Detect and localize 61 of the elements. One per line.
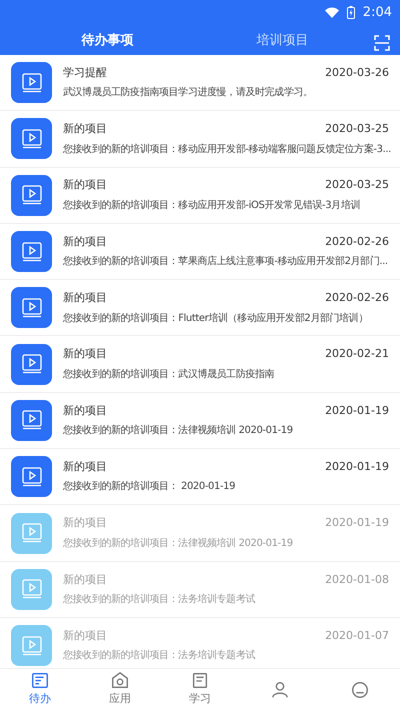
profile-icon <box>350 680 370 700</box>
item-title: 新的项目 <box>63 458 107 475</box>
item-date: 2020-01-08 <box>325 572 389 588</box>
book-play-icon <box>11 400 52 441</box>
notification-row[interactable]: 新的项目 2020-01-19 您接收到的新的培训项目： 2020-01-19 <box>0 449 400 506</box>
notification-row[interactable]: 新的项目 2020-03-25 您接收到的新的培训项目：移动应用开发部-iOS开发常见错误-3月培训 <box>0 168 400 224</box>
book-play-icon <box>11 174 52 216</box>
book-play-icon <box>11 625 52 666</box>
notification-row[interactable]: 新的项目 2020-03-25 您接收到的新的培训项目：移动应用开发部-移动端客服问题反馈定位方案-3... <box>0 111 400 168</box>
item-message: 您接收到的新的培训项目：法律视频培训 2020-01-19 <box>63 424 293 438</box>
status-time: 2:04 <box>362 4 392 22</box>
item-title: 新的项目 <box>63 572 107 588</box>
book-play-icon <box>11 62 52 104</box>
item-date: 2020-01-07 <box>325 628 389 644</box>
item-message: 武汉博晟员工防疫指南项目学习进度慢，请及时完成学习。 <box>63 86 313 100</box>
item-date: 2020-02-26 <box>325 290 389 306</box>
item-message: 您接收到的新的培训项目：法务培训专题考试 <box>63 592 256 608</box>
book-play-icon <box>11 231 52 272</box>
item-date: 2020-01-19 <box>325 515 389 532</box>
item-date: 2020-02-26 <box>325 234 389 250</box>
item-title: 新的项目 <box>63 177 107 194</box>
item-title: 学习提醒 <box>63 64 107 81</box>
item-date: 2020-02-21 <box>325 346 389 362</box>
item-message: 您接收到的新的培训项目：武汉博晟员工防疫指南 <box>63 368 274 382</box>
item-message: 您接收到的新的培训项目：移动应用开发部-移动端客服问题反馈定位方案-3... <box>63 142 391 157</box>
battery-icon <box>346 6 355 19</box>
book-play-icon <box>11 344 52 385</box>
item-title: 新的项目 <box>63 290 107 306</box>
item-date: 2020-03-25 <box>325 177 389 194</box>
notification-row[interactable]: 新的项目 2020-01-19 您接收到的新的培训项目：法律视频培训 2020-01-19 <box>0 392 400 450</box>
nav-tab[interactable]: 学习 <box>170 671 230 708</box>
item-date: 2020-01-19 <box>325 458 389 475</box>
book-play-icon <box>11 118 52 160</box>
item-message: 您接收到的新的培训项目：苹果商店上线注意事项-移动应用开发部2月部门... <box>63 254 388 270</box>
book-play-icon <box>11 512 52 554</box>
item-message: 您接收到的新的培训项目： 2020-01-19 <box>63 480 236 494</box>
book-play-icon <box>11 456 52 498</box>
notification-row[interactable]: 新的项目 2020-02-21 您接收到的新的培训项目：武汉博晟员工防疫指南 <box>0 336 400 393</box>
book-play-icon <box>11 287 52 328</box>
notification-row[interactable]: 新的项目 2020-02-26 您接收到的新的培训项目：Flutter培训（移动应用开发部2月部门培训） <box>0 280 400 336</box>
book-play-icon <box>11 568 52 610</box>
item-date: 2020-03-25 <box>325 121 389 138</box>
notification-row[interactable]: 学习提醒 2020-03-26 武汉博晟员工防疫指南项目学习进度慢，请及时完成学习。 <box>0 55 400 112</box>
person-icon <box>270 680 290 700</box>
item-message: 您接收到的新的培训项目：法律视频培训 2020-01-19 <box>63 536 293 551</box>
wifi-icon <box>324 7 339 18</box>
item-title: 新的项目 <box>63 515 107 532</box>
item-date: 2020-03-26 <box>325 64 389 81</box>
item-title: 新的项目 <box>63 346 107 362</box>
item-message: 您接收到的新的培训项目：法务培训专题考试 <box>63 648 256 664</box>
item-date: 2020-01-19 <box>325 402 389 419</box>
item-message: 您接收到的新的培训项目：移动应用开发部-iOS开发常见错误-3月培训 <box>63 198 360 213</box>
item-title: 新的项目 <box>63 402 107 419</box>
item-title: 新的项目 <box>63 121 107 138</box>
notification-row[interactable]: 新的项目 2020-02-26 您接收到的新的培训项目：苹果商店上线注意事项-移动应用开发部2月部门... <box>0 224 400 280</box>
item-title: 新的项目 <box>63 234 107 250</box>
nav-tab[interactable]: 待办 <box>10 671 70 708</box>
item-message: 您接收到的新的培训项目：Flutter培训（移动应用开发部2月部门培训） <box>63 312 368 326</box>
item-title: 新的项目 <box>63 628 107 644</box>
nav-tab[interactable]: 应用 <box>90 671 150 708</box>
tab[interactable]: 待办事项 <box>76 29 140 53</box>
